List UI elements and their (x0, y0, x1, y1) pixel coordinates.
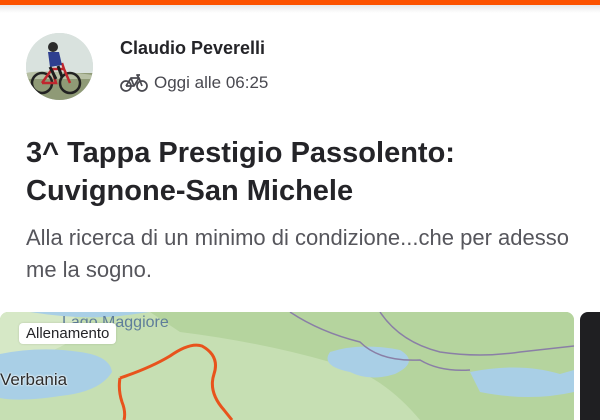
athlete-avatar[interactable] (26, 33, 93, 100)
header-shadow (0, 5, 600, 13)
bike-icon (120, 73, 148, 93)
activity-description: Alla ricerca di un minimo di condizione.… (26, 225, 569, 282)
activity-meta: Oggi alle 06:25 (120, 73, 268, 93)
activity-timestamp: Oggi alle 06:25 (154, 73, 269, 92)
athlete-name[interactable]: Claudio Peverelli (120, 38, 265, 59)
activity-title[interactable]: 3^ Tappa Prestigio Passolento: Cuvignone… (26, 134, 586, 210)
activity-tag: Allenamento (19, 323, 117, 344)
next-media-card[interactable] (580, 312, 600, 420)
map-town-label: Verbania (0, 370, 68, 389)
